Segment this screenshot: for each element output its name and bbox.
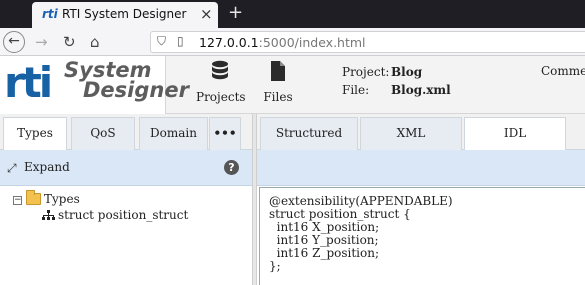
browser-tab[interactable]: rti RTI System Designer ×	[32, 2, 218, 28]
app-header: rti System Designer Projects Files Proje…	[0, 56, 585, 114]
code-line: int16 Z_position;	[269, 246, 379, 260]
tab-domain[interactable]: Domain	[139, 117, 208, 150]
tab-title: RTI System Designer	[62, 7, 187, 21]
question-circle-icon[interactable]: ?	[224, 160, 239, 175]
tab-idl[interactable]: IDL	[464, 117, 566, 151]
tab-structured[interactable]: Structured	[260, 117, 358, 150]
tab-more[interactable]: •••	[209, 117, 241, 150]
browser-nav-bar: ← → ↻ ⌂ ⛉ ▯ 127.0.0.1:5000/index.html	[0, 28, 585, 56]
expand-button[interactable]: Expand	[24, 160, 70, 174]
forward-icon[interactable]: →	[35, 32, 48, 52]
file-icon	[260, 60, 296, 86]
project-key: Project:	[342, 65, 390, 79]
left-tab-strip: Types QoS Domain •••	[0, 114, 252, 151]
files-label: Files	[263, 90, 293, 104]
left-toolbar: ⤢ Expand ?	[0, 150, 252, 186]
projects-label: Projects	[196, 90, 246, 104]
tree-item-position-struct[interactable]: struct position_struct	[58, 208, 188, 222]
tab-xml[interactable]: XML	[360, 117, 462, 150]
database-icon	[196, 60, 244, 86]
types-tree: − Types struct position_struct	[0, 186, 252, 285]
shield-icon: ⛉	[157, 34, 167, 48]
rti-favicon-icon: rti	[42, 7, 58, 21]
tree-root-types[interactable]: Types	[44, 192, 80, 206]
files-button[interactable]: Files	[260, 60, 296, 104]
file-key: File:	[342, 83, 370, 97]
new-tab-icon[interactable]: +	[228, 2, 243, 23]
tab-qos[interactable]: QoS	[71, 117, 135, 150]
reload-icon[interactable]: ↻	[63, 32, 76, 52]
tab-types[interactable]: Types	[3, 117, 67, 151]
collapse-toggle-icon[interactable]: −	[13, 196, 22, 205]
home-icon[interactable]: ⌂	[90, 32, 100, 52]
url-path: :5000/index.html	[258, 35, 366, 50]
logo-text-designer: Designer	[83, 78, 189, 102]
app-logo: rti System Designer	[0, 56, 189, 114]
browser-tab-bar: rti RTI System Designer × +	[0, 0, 585, 28]
project-value: Blog	[391, 65, 423, 79]
comments-label[interactable]: Comments	[541, 64, 585, 78]
hierarchy-icon	[42, 210, 55, 224]
right-tab-strip: Structured XML IDL	[257, 114, 585, 151]
url-bar[interactable]: ⛉ ▯ 127.0.0.1:5000/index.html	[150, 31, 585, 53]
url-text[interactable]: 127.0.0.1:5000/index.html	[199, 35, 366, 50]
page-icon: ▯	[177, 34, 184, 48]
right-toolbar	[257, 150, 585, 186]
expand-arrows-icon[interactable]: ⤢	[7, 161, 17, 176]
back-icon[interactable]: ←	[3, 31, 25, 53]
code-line: };	[269, 259, 281, 273]
projects-button[interactable]: Projects	[196, 60, 246, 104]
url-host: 127.0.0.1	[199, 35, 259, 50]
idl-code-editor[interactable]: @extensibility(APPENDABLE) struct positi…	[259, 187, 585, 285]
folder-icon	[26, 190, 41, 205]
close-tab-icon[interactable]: ×	[200, 5, 213, 23]
logo-mark: rti	[4, 58, 53, 107]
file-value: Blog.xml	[391, 83, 451, 97]
